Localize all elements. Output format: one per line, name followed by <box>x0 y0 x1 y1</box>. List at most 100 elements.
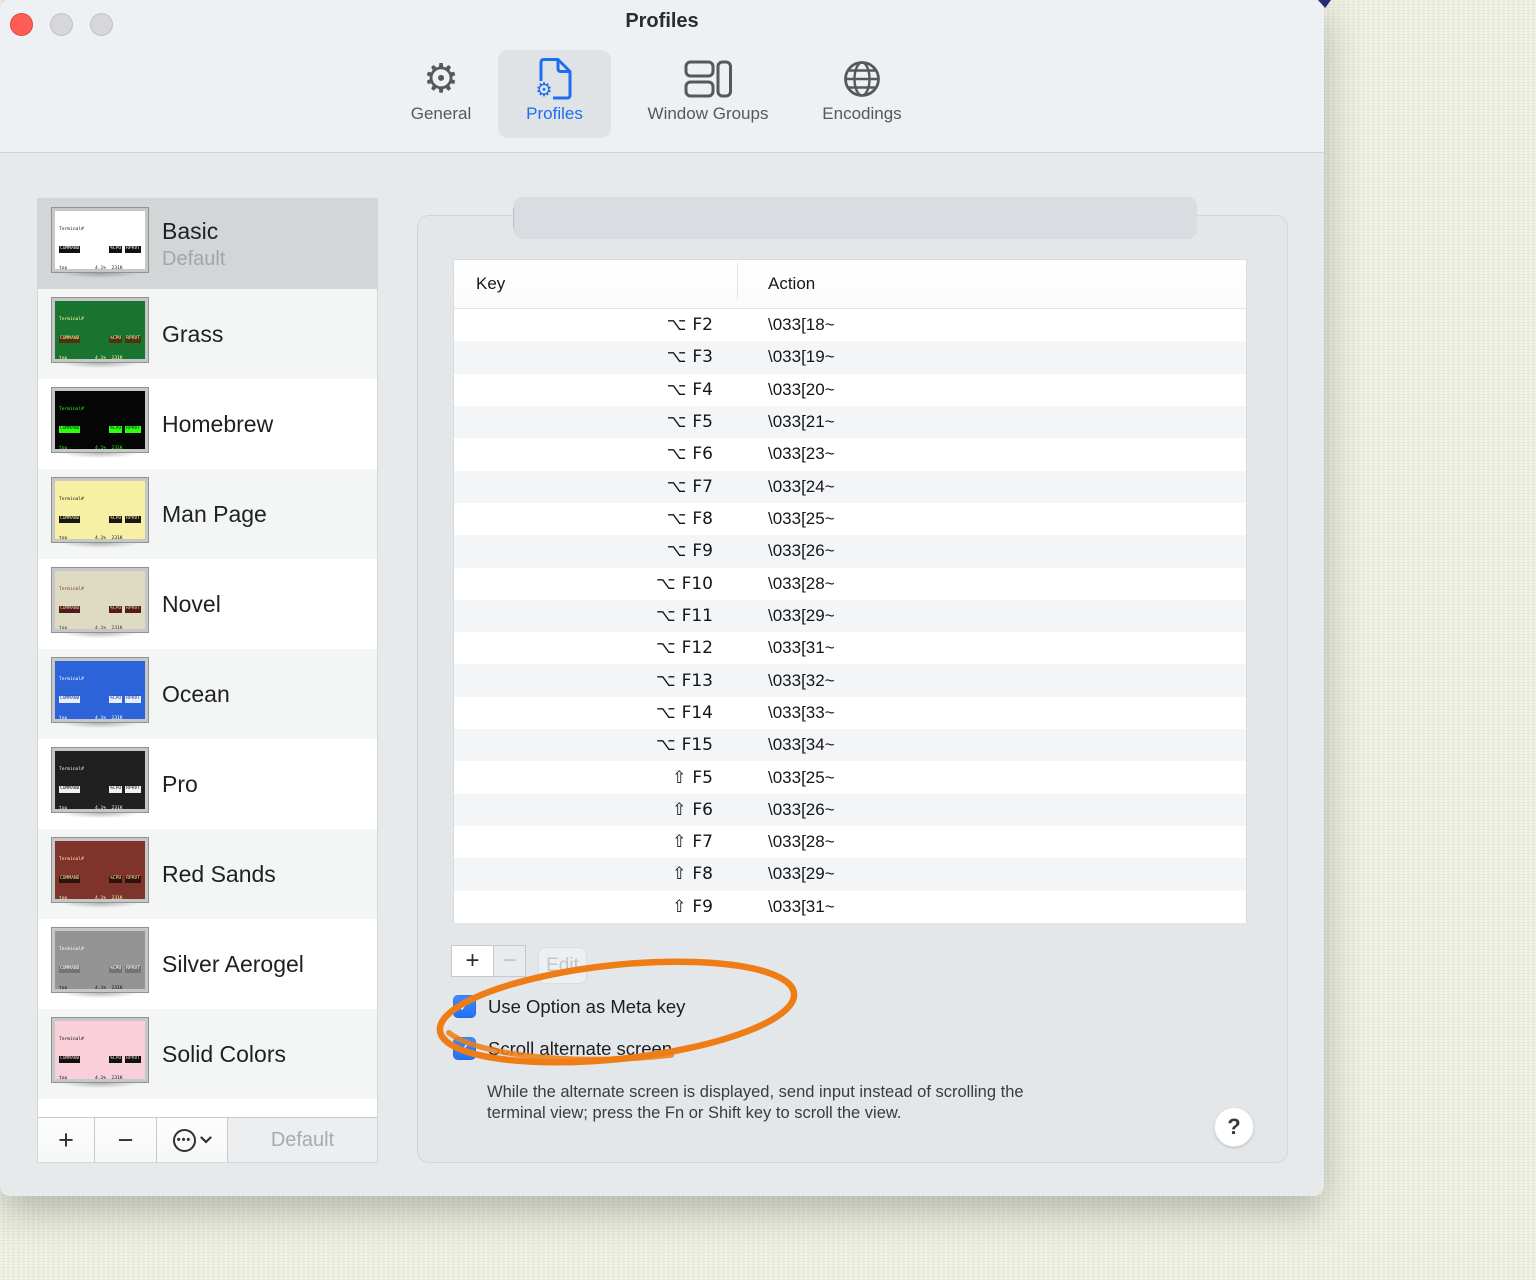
table-body: ⌥ F2 \033[18~ ⌥ F3 \033[19~ ⌥ F4 \033[20~ ⌥… <box>454 309 1246 923</box>
use-option-as-meta-checkbox[interactable]: ✓ <box>453 995 476 1018</box>
checkbox-label: Scroll alternate screen <box>488 1037 673 1059</box>
key-cell: ⌥ F5 <box>666 412 713 433</box>
help-button[interactable]: ? <box>1214 1107 1254 1147</box>
profile-thumbnail: Terminal# COMMAND %CPU RPRVT top 4.1% 23… <box>52 838 148 910</box>
action-cell: \033[24~ <box>768 476 835 496</box>
toolbar-item-general[interactable]: ⚙ General <box>396 50 486 138</box>
profile-list-item[interactable]: Terminal# COMMAND %CPU RPRVT top 4.1% 23… <box>38 739 377 829</box>
action-cell: \033[21~ <box>768 412 835 432</box>
key-binding-row[interactable]: ⌥ F12 \033[31~ <box>454 632 1246 665</box>
circle-ellipsis-icon: ••• <box>172 1128 196 1152</box>
remove-binding-button[interactable]: − <box>493 945 526 977</box>
modifier-key-icon: ⇧ <box>672 767 687 788</box>
key-binding-row[interactable]: ⇧ F5 \033[25~ <box>454 761 1246 794</box>
modifier-key-icon: ⇧ <box>672 832 687 853</box>
profile-list-item[interactable]: Terminal# COMMAND %CPU RPRVT top 4.1% 23… <box>38 199 377 289</box>
preferences-window: Profiles ⚙ General ⚙ Profiles Window Gro… <box>0 0 1324 1196</box>
action-cell: \033[29~ <box>768 864 835 884</box>
profile-thumbnail: Terminal# COMMAND %CPU RPRVT top 4.1% 23… <box>52 748 148 820</box>
key-cell: ⇧ F5 <box>672 767 713 788</box>
add-profile-button[interactable]: + <box>38 1118 95 1162</box>
key-binding-row[interactable]: ⌥ F2 \033[18~ <box>454 309 1246 342</box>
profile-thumbnail: Terminal# COMMAND %CPU RPRVT top 4.1% 23… <box>52 298 148 370</box>
profile-name: Novel <box>162 591 221 617</box>
profile-tabs <box>513 197 1197 239</box>
column-header-action[interactable]: Action <box>738 274 1246 294</box>
set-default-button[interactable]: Default <box>228 1118 377 1162</box>
key-binding-row[interactable]: ⌥ F4 \033[20~ <box>454 373 1246 406</box>
profile-list-item[interactable]: Terminal# COMMAND %CPU RPRVT top 4.1% 23… <box>38 559 377 649</box>
globe-icon <box>842 56 882 102</box>
key-binding-row[interactable]: ⌥ F6 \033[23~ <box>454 438 1246 471</box>
profile-list-item[interactable]: Terminal# COMMAND %CPU RPRVT top 4.1% 23… <box>38 649 377 739</box>
table-header: Key Action <box>454 260 1246 309</box>
profile-list-item[interactable]: Terminal# COMMAND %CPU RPRVT top 4.1% 23… <box>38 379 377 469</box>
keyboard-panel: Key Action ⌥ F2 \033[18~ ⌥ F3 \033[19~ ⌥ F4… <box>417 215 1288 1163</box>
sidebar-footer: + − ••• Default <box>38 1117 377 1162</box>
profile-actions-menu-button[interactable]: ••• <box>157 1118 228 1162</box>
action-cell: \033[31~ <box>768 638 835 658</box>
action-cell: \033[32~ <box>768 670 835 690</box>
profile-document-icon: ⚙ <box>535 56 573 102</box>
use-option-as-meta-row: ✓ Use Option as Meta key <box>453 995 685 1018</box>
modifier-key-icon: ⌥ <box>655 702 676 723</box>
modifier-key-icon: ⌥ <box>655 735 676 756</box>
key-binding-row[interactable]: ⇧ F8 \033[29~ <box>454 858 1246 891</box>
toolbar-item-profiles[interactable]: ⚙ Profiles <box>498 50 611 138</box>
key-binding-row[interactable]: ⌥ F7 \033[24~ <box>454 470 1246 503</box>
profile-thumbnail: Terminal# COMMAND %CPU RPRVT top 4.1% 23… <box>52 1018 148 1090</box>
key-binding-row[interactable]: ⌥ F3 \033[19~ <box>454 341 1246 374</box>
key-binding-row[interactable]: ⌥ F5 \033[21~ <box>454 405 1246 439</box>
add-binding-button[interactable]: + <box>451 945 494 977</box>
action-cell: \033[26~ <box>768 541 835 561</box>
key-cell: ⌥ F10 <box>655 573 713 594</box>
profile-name: Solid Colors <box>162 1041 286 1067</box>
key-binding-row[interactable]: ⌥ F13 \033[32~ <box>454 664 1246 697</box>
key-cell: ⌥ F15 <box>655 735 713 756</box>
key-cell: ⌥ F2 <box>666 315 713 336</box>
checkbox-label: Use Option as Meta key <box>488 995 686 1017</box>
key-cell: ⌥ F11 <box>655 605 713 626</box>
modifier-key-icon: ⌥ <box>666 379 687 400</box>
toolbar-item-encodings[interactable]: Encodings <box>805 50 919 138</box>
profile-thumbnail: Terminal# COMMAND %CPU RPRVT top 4.1% 23… <box>52 478 148 550</box>
key-binding-row[interactable]: ⇧ F6 \033[26~ <box>454 793 1246 826</box>
key-binding-row[interactable]: ⌥ F10 \033[28~ <box>454 567 1246 600</box>
profile-list-item[interactable]: Terminal# COMMAND %CPU RPRVT top 4.1% 23… <box>38 289 377 379</box>
key-binding-row[interactable]: ⌥ F8 \033[25~ <box>454 502 1246 536</box>
scroll-alternate-screen-checkbox[interactable]: ✓ <box>453 1037 476 1060</box>
modifier-key-icon: ⌥ <box>666 444 687 465</box>
checkmark-icon: ✓ <box>458 1039 471 1057</box>
key-binding-row[interactable]: ⌥ F15 \033[34~ <box>454 729 1246 762</box>
profile-list-item[interactable]: Terminal# COMMAND %CPU RPRVT top 4.1% 23… <box>38 919 377 1009</box>
key-binding-row[interactable]: ⇧ F7 \033[28~ <box>454 826 1246 859</box>
profile-thumbnail: Terminal# COMMAND %CPU RPRVT top 4.1% 23… <box>52 658 148 730</box>
profile-name: Silver Aerogel <box>162 951 304 977</box>
preferences-toolbar: ⚙ General ⚙ Profiles Window Groups Encod… <box>396 50 919 138</box>
profile-name: Grass <box>162 321 224 347</box>
action-cell: \033[26~ <box>768 799 835 819</box>
edit-binding-button[interactable]: Edit <box>538 947 587 984</box>
profile-list-item[interactable]: Terminal# COMMAND %CPU RPRVT top 4.1% 23… <box>38 1009 377 1099</box>
chevron-down-icon <box>199 1136 212 1144</box>
key-cell: ⇧ F9 <box>672 896 713 917</box>
action-cell: \033[18~ <box>768 315 835 335</box>
key-cell: ⌥ F3 <box>666 347 713 368</box>
key-cell: ⌥ F4 <box>666 379 713 400</box>
profile-thumbnail: Terminal# COMMAND %CPU RPRVT top 4.1% 23… <box>52 388 148 460</box>
modifier-key-icon: ⇧ <box>672 864 687 885</box>
profile-list-item[interactable]: Terminal# COMMAND %CPU RPRVT top 4.1% 23… <box>38 469 377 559</box>
key-binding-row[interactable]: ⌥ F11 \033[29~ <box>454 599 1246 633</box>
scroll-alternate-screen-row: ✓ Scroll alternate screen <box>453 1037 672 1060</box>
toolbar-item-window-groups[interactable]: Window Groups <box>623 50 793 138</box>
key-binding-row[interactable]: ⌥ F9 \033[26~ <box>454 535 1246 568</box>
key-binding-row[interactable]: ⇧ F9 \033[31~ <box>454 890 1246 923</box>
modifier-key-icon: ⌥ <box>666 315 687 336</box>
action-cell: \033[20~ <box>768 379 835 399</box>
key-cell: ⌥ F9 <box>666 541 713 562</box>
column-header-key[interactable]: Key <box>454 263 738 299</box>
key-binding-row[interactable]: ⌥ F14 \033[33~ <box>454 696 1246 730</box>
profile-list-item[interactable]: Terminal# COMMAND %CPU RPRVT top 4.1% 23… <box>38 829 377 919</box>
remove-profile-button[interactable]: − <box>95 1118 157 1162</box>
gear-icon: ⚙ <box>423 56 459 102</box>
